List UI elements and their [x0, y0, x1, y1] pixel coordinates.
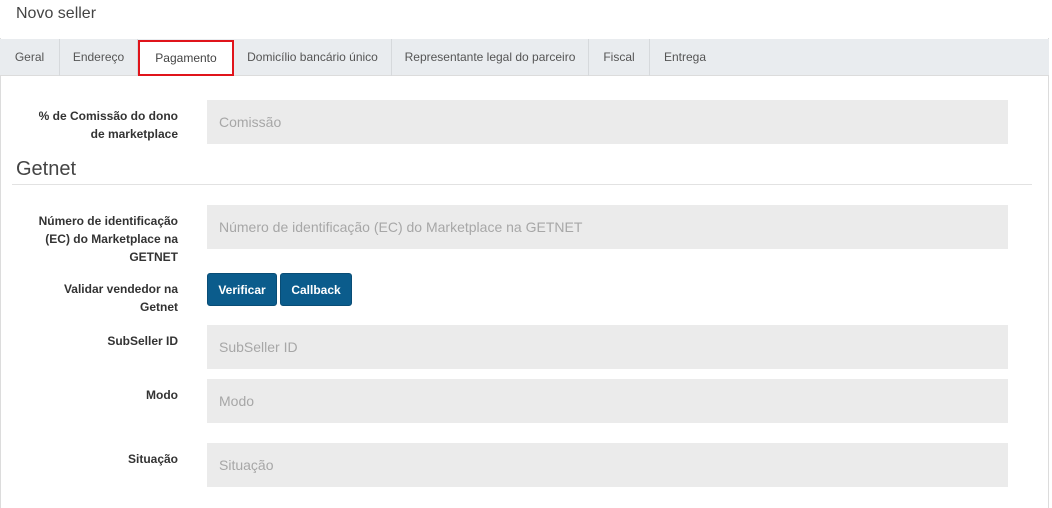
page-title: Novo seller [16, 5, 97, 22]
tab-endereco[interactable]: Endereço [60, 39, 138, 76]
callback-button[interactable]: Callback [280, 273, 352, 306]
section-divider [12, 184, 1032, 185]
subseller-input[interactable] [207, 325, 1008, 369]
commission-label: % de Comissão do dono de marketplace [38, 109, 178, 141]
tab-entrega[interactable]: Entrega [650, 39, 720, 76]
status-input[interactable] [207, 443, 1008, 487]
ec-number-label: Número de identificação (EC) do Marketpl… [38, 214, 178, 264]
ec-number-input[interactable] [207, 205, 1008, 249]
section-title-getnet: Getnet [16, 158, 77, 180]
mode-label: Modo [146, 388, 178, 402]
tab-representante-legal[interactable]: Representante legal do parceiro [392, 39, 589, 76]
status-label: Situação [127, 452, 178, 466]
tab-geral[interactable]: Geral [0, 39, 60, 76]
tab-pagamento[interactable]: Pagamento [138, 40, 234, 76]
validate-seller-label: Validar vendedor na Getnet [63, 282, 178, 314]
tab-fiscal[interactable]: Fiscal [589, 39, 650, 76]
subseller-label: SubSeller ID [107, 334, 178, 348]
tab-domicilio-bancario[interactable]: Domicílio bancário único [234, 39, 392, 76]
verify-button[interactable]: Verificar [207, 273, 277, 306]
mode-input[interactable] [207, 379, 1008, 423]
tab-bar: Geral Endereço Pagamento Domicílio bancá… [0, 39, 1049, 76]
commission-input[interactable] [207, 100, 1008, 144]
